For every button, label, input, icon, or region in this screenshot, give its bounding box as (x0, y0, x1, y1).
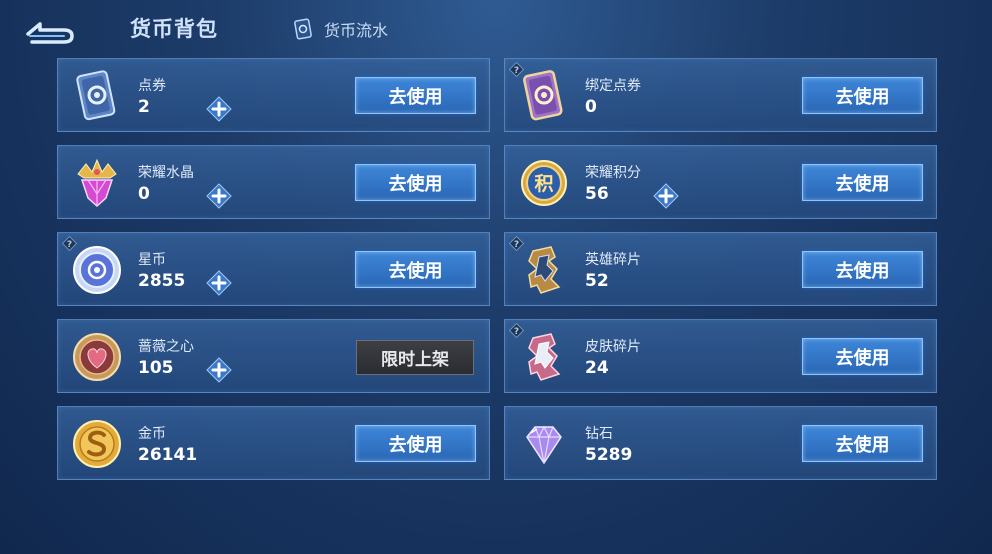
add-glory-crystal-button[interactable] (206, 183, 232, 209)
diamond-icon (526, 425, 562, 465)
currency-name: 荣耀水晶 (138, 165, 194, 181)
add-star-coin-button[interactable] (206, 270, 232, 296)
use-gold-coin-button[interactable]: 去使用 (355, 425, 476, 462)
currency-amount: 52 (585, 271, 609, 291)
currency-card-star-coin: ? 星币 2855 去使用 (57, 232, 490, 306)
currency-amount: 5289 (585, 445, 633, 465)
gold-coin-icon (73, 420, 121, 468)
add-glory-points-button[interactable] (653, 183, 679, 209)
currency-name: 蔷薇之心 (138, 339, 194, 355)
use-skin-shard-button[interactable]: 去使用 (802, 338, 923, 375)
hero-shard-icon (528, 246, 561, 294)
glory-points-icon: 积 (521, 160, 567, 206)
currency-flow-label: 货币流水 (324, 21, 389, 40)
currency-name: 星币 (138, 252, 166, 268)
points-glyph: 积 (534, 173, 553, 195)
use-coupon-button[interactable]: 去使用 (355, 77, 476, 114)
bound-coupon-card-icon (523, 70, 563, 121)
currency-card-hero-shard: ? 英雄碎片 52 去使用 (504, 232, 937, 306)
currency-amount: 0 (585, 97, 597, 117)
use-glory-points-button[interactable]: 去使用 (802, 164, 923, 201)
currency-card-glory-points: 积 荣耀积分 56 去使用 (504, 145, 937, 219)
currency-amount: 56 (585, 184, 609, 204)
currency-amount: 2 (138, 97, 150, 117)
top-bar: 货币背包 货币流水 (0, 0, 992, 58)
page-title: 货币背包 (130, 17, 218, 41)
limited-time-badge: 限时上架 (356, 340, 474, 375)
currency-amount: 0 (138, 184, 150, 204)
use-diamond-button[interactable]: 去使用 (802, 425, 923, 462)
skin-shard-icon (528, 333, 561, 381)
coupon-card-icon (76, 70, 116, 121)
currency-name: 钻石 (585, 426, 613, 442)
star-coin-icon (73, 246, 121, 294)
currency-card-rose-heart: 蔷薇之心 105 限时上架 (57, 319, 490, 393)
back-arrow-icon[interactable] (24, 12, 78, 46)
currency-amount: 2855 (138, 271, 186, 291)
add-rose-heart-button[interactable] (206, 357, 232, 383)
currency-amount: 105 (138, 358, 174, 378)
use-hero-shard-button[interactable]: 去使用 (802, 251, 923, 288)
currency-card-coupon: 点券 2 去使用 (57, 58, 490, 132)
currency-name: 皮肤碎片 (585, 339, 641, 355)
use-glory-crystal-button[interactable]: 去使用 (355, 164, 476, 201)
currency-card-skin-shard: ? 皮肤碎片 24 去使用 (504, 319, 937, 393)
currency-amount: 24 (585, 358, 609, 378)
currency-name: 金币 (138, 426, 166, 442)
add-coupon-button[interactable] (206, 96, 232, 122)
currency-card-bound-coupon: ? 绑定点券 0 去使用 (504, 58, 937, 132)
currency-card-diamond: 钻石 5289 去使用 (504, 406, 937, 480)
use-star-coin-button[interactable]: 去使用 (355, 251, 476, 288)
flow-card-icon (294, 18, 312, 40)
currency-amount: 26141 (138, 445, 198, 465)
currency-name: 英雄碎片 (585, 252, 641, 268)
currency-flow-link[interactable]: 货币流水 (292, 17, 388, 41)
currency-card-gold-coin: 金币 26141 去使用 (57, 406, 490, 480)
rose-heart-icon (73, 333, 121, 381)
use-bound-coupon-button[interactable]: 去使用 (802, 77, 923, 114)
currency-name: 点券 (138, 78, 166, 94)
glory-crystal-icon (77, 158, 117, 208)
currency-name: 荣耀积分 (585, 165, 641, 181)
currency-card-glory-crystal: 荣耀水晶 0 去使用 (57, 145, 490, 219)
currency-name: 绑定点券 (585, 78, 641, 94)
